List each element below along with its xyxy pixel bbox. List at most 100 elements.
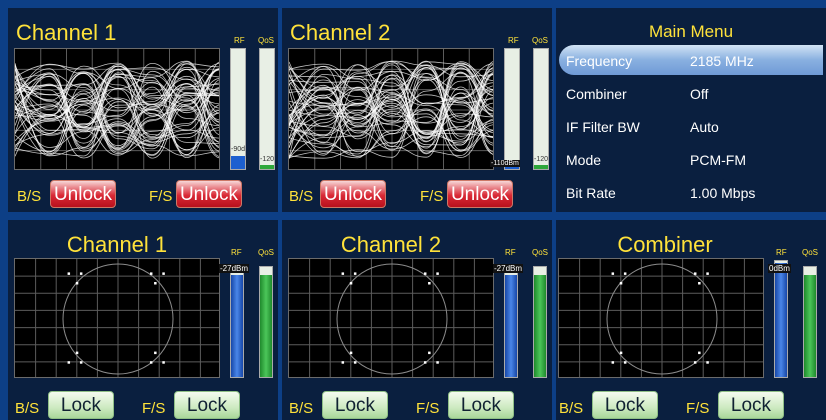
constellation-point bbox=[154, 282, 157, 285]
rf-value: -90dBm bbox=[231, 146, 246, 153]
menu-item-value: Off bbox=[690, 86, 709, 102]
menu-item-label: Bit Rate bbox=[566, 185, 616, 201]
constellation-point bbox=[149, 272, 153, 275]
qos-level-bar bbox=[804, 274, 816, 377]
panel-title: Channel 2 bbox=[290, 20, 391, 45]
constellation-point bbox=[67, 272, 71, 275]
fs-status-button[interactable]: Lock bbox=[718, 391, 784, 419]
channel-1-constellation-panel: Channel 1 RF QoS -27dBm B/S Lock F/S Loc… bbox=[8, 220, 278, 420]
panel-title: Channel 1 bbox=[66, 232, 168, 257]
fs-label: F/S bbox=[420, 188, 444, 205]
panel-title: Channel 1 bbox=[16, 20, 117, 45]
rf-meter bbox=[504, 48, 520, 170]
constellation-point bbox=[693, 361, 697, 364]
constellation-point bbox=[623, 272, 627, 275]
rf-meter: -90dBm bbox=[230, 48, 246, 170]
constellation-point bbox=[79, 361, 83, 364]
menu-item-value: 1.00 Mbps bbox=[690, 185, 756, 201]
combiner-constellation-panel: Combiner RF QoS 0dBm B/S Lock F/S Lock bbox=[556, 220, 826, 420]
rf-label: RF bbox=[505, 248, 516, 257]
bs-status-button[interactable]: Lock bbox=[592, 391, 658, 419]
bs-label: B/S bbox=[559, 400, 584, 417]
qos-value: -120 bbox=[534, 156, 549, 163]
eye-diagram bbox=[288, 48, 494, 170]
qos-level-bar bbox=[534, 274, 546, 377]
channel-1-eye-panel: Channel 1 RF QoS -90dBm -120 B/S Unlock … bbox=[8, 8, 278, 212]
bs-status-button[interactable]: Unlock bbox=[50, 180, 116, 208]
rf-label: RF bbox=[231, 248, 242, 257]
fs-label: F/S bbox=[142, 400, 166, 417]
qos-meter: -120 bbox=[533, 48, 549, 170]
qos-level-bar bbox=[260, 274, 272, 377]
rf-meter bbox=[230, 266, 244, 378]
qos-meter bbox=[259, 266, 273, 378]
constellation-point bbox=[428, 282, 431, 285]
menu-item-label: IF Filter BW bbox=[566, 119, 640, 135]
menu-item-label: Combiner bbox=[566, 86, 627, 102]
rf-level-bar bbox=[775, 263, 787, 377]
bs-label: B/S bbox=[17, 188, 42, 205]
fs-status-button[interactable]: Lock bbox=[174, 391, 240, 419]
qos-label: QoS bbox=[258, 36, 275, 45]
bs-status-button[interactable]: Unlock bbox=[320, 180, 386, 208]
constellation-point bbox=[428, 351, 431, 355]
constellation-point bbox=[149, 361, 153, 364]
constellation-point bbox=[698, 351, 701, 355]
bs-label: B/S bbox=[289, 400, 314, 417]
constellation-plot bbox=[14, 258, 220, 378]
fs-status-button[interactable]: Lock bbox=[448, 391, 514, 419]
rf-value: -27dBm bbox=[219, 264, 250, 273]
menu-item-label: Frequency bbox=[566, 53, 633, 69]
qos-label: QoS bbox=[532, 36, 549, 45]
constellation-point bbox=[67, 361, 71, 364]
fs-label: F/S bbox=[686, 400, 710, 417]
constellation-point bbox=[623, 361, 627, 364]
qos-label: QoS bbox=[532, 248, 549, 257]
constellation-point bbox=[698, 282, 701, 285]
constellation-point bbox=[619, 351, 623, 355]
constellation-point bbox=[436, 272, 439, 275]
panel-title: Combiner bbox=[617, 232, 713, 257]
constellation-plot bbox=[558, 258, 764, 378]
rf-label: RF bbox=[508, 36, 519, 45]
constellation-point bbox=[436, 361, 439, 364]
rf-value: -27dBm bbox=[493, 264, 524, 273]
eye-diagram bbox=[14, 48, 220, 170]
menu-item-mode[interactable]: Mode PCM-FM bbox=[559, 144, 823, 174]
constellation-point bbox=[349, 282, 353, 285]
qos-value: -120 bbox=[260, 156, 275, 163]
rf-label: RF bbox=[234, 36, 245, 45]
constellation-point bbox=[341, 272, 345, 275]
qos-label: QoS bbox=[802, 248, 819, 257]
menu-item-combiner[interactable]: Combiner Off bbox=[559, 78, 823, 108]
rf-meter bbox=[774, 260, 788, 378]
menu-item-value: PCM-FM bbox=[690, 152, 746, 168]
constellation-point bbox=[162, 272, 165, 275]
qos-meter bbox=[533, 266, 547, 378]
constellation-point bbox=[154, 351, 157, 355]
constellation-point bbox=[353, 272, 357, 275]
constellation-point bbox=[693, 272, 697, 275]
channel-2-constellation-panel: Channel 2 RF QoS -27dBm B/S Lock F/S Loc… bbox=[282, 220, 552, 420]
constellation-point bbox=[353, 361, 357, 364]
menu-item-bit-rate[interactable]: Bit Rate 1.00 Mbps bbox=[559, 177, 823, 207]
fs-status-button[interactable]: Unlock bbox=[176, 180, 242, 208]
bs-status-button[interactable]: Lock bbox=[322, 391, 388, 419]
menu-item-frequency[interactable]: Frequency 2185 MHz bbox=[559, 45, 823, 75]
fs-status-button[interactable]: Unlock bbox=[447, 180, 513, 208]
main-menu-panel: Main Menu Frequency 2185 MHz Combiner Of… bbox=[556, 8, 826, 212]
constellation-point bbox=[423, 361, 427, 364]
rf-label: RF bbox=[776, 248, 787, 257]
rf-value: -110dBm bbox=[490, 160, 520, 167]
bs-status-button[interactable]: Lock bbox=[48, 391, 114, 419]
constellation-plot bbox=[288, 258, 494, 378]
constellation-point bbox=[706, 361, 709, 364]
constellation-point bbox=[423, 272, 427, 275]
constellation-point bbox=[349, 351, 353, 355]
constellation-point bbox=[619, 282, 623, 285]
fs-label: F/S bbox=[416, 400, 440, 417]
rf-level-bar bbox=[231, 274, 243, 377]
menu-item-if-filter-bw[interactable]: IF Filter BW Auto bbox=[559, 111, 823, 141]
rf-value: 0dBm bbox=[768, 264, 791, 273]
rf-level-bar bbox=[505, 274, 517, 377]
